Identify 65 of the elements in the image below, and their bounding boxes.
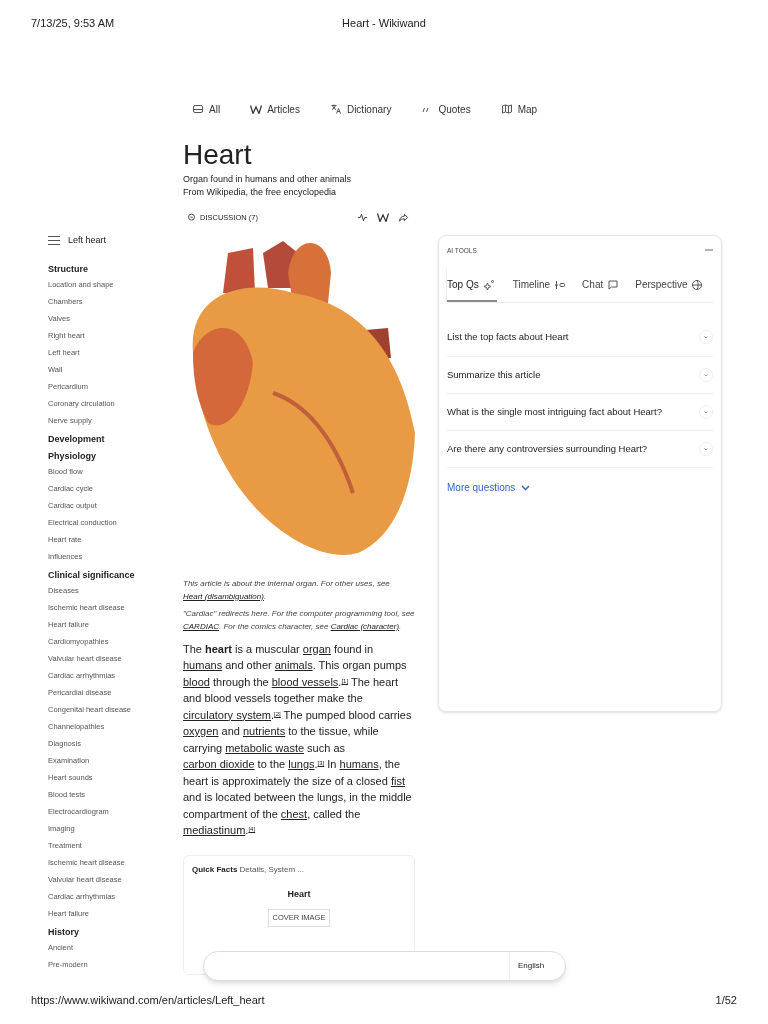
share-icon[interactable] xyxy=(398,211,409,223)
menu-icon[interactable] xyxy=(48,235,60,245)
tray-icon xyxy=(192,103,204,115)
question-row[interactable]: Summarize this article xyxy=(447,356,713,394)
chevron-down-icon xyxy=(521,484,531,491)
ai-tab[interactable]: Timeline xyxy=(512,269,567,303)
article-link[interactable]: nutrients xyxy=(242,725,286,738)
question-row[interactable]: What is the single most intriguing fact about Heart? xyxy=(447,393,713,431)
chat-icon xyxy=(607,278,620,291)
comment-icon xyxy=(187,212,196,222)
chevron-down-icon xyxy=(699,404,713,419)
ai-tab[interactable]: Top Qs xyxy=(447,269,497,303)
hatnote: "Cardiac" redirects here. For the computer programming tool, see CARDIAC. For the comics character, see Cardiac (character). xyxy=(183,607,415,633)
page-number: 1/52 xyxy=(715,993,737,1008)
current-section: Left heart xyxy=(68,233,107,247)
nav-tab[interactable]: Quotes xyxy=(421,101,471,117)
print-title: Heart - Wikiwand xyxy=(342,16,426,31)
sparkle-icon xyxy=(482,278,495,291)
infobox-title: Heart xyxy=(286,887,312,901)
print-url: https://www.wikiwand.com/en/articles/Left_heart xyxy=(31,993,265,1008)
quick-facts-summary[interactable]: Details, System ... xyxy=(239,864,305,874)
w-logo-icon xyxy=(250,104,263,114)
map-icon xyxy=(500,103,513,115)
article-source: From Wikipedia, the free encyclopedia xyxy=(183,186,338,199)
article-link[interactable]: humans xyxy=(339,758,379,771)
question-row[interactable]: List the top facts about Heart xyxy=(447,319,713,357)
chevron-down-icon xyxy=(699,367,713,382)
translate-icon xyxy=(329,103,342,115)
article-title: Heart xyxy=(183,138,253,171)
article-link[interactable]: carbon dioxide xyxy=(183,758,255,771)
article-link[interactable]: blood xyxy=(183,675,210,688)
article-paragraph: The heart is a muscular organ found in humans and other animals. This organ pumps blood through the blood vessels.$^{[1]}$ The heart and blood vessels together make the circulatory system.$^{[2]}$ The pumped blood carries oxygen and nutrients to the tissue, while carrying metabolic waste such as carbon dioxide to the lungs.$^{[3]}$ In humans, the heart is approximately the size of a closed fist and is located between the lungs, in the middle compartment of the chest, called the mediastinum.$^{[4]}$ xyxy=(183,641,413,839)
globe-icon xyxy=(691,278,704,291)
hatnote: This article is about the internal organ. For other uses, see Heart (disambiguation). xyxy=(183,577,391,603)
nav-tab[interactable]: Articles xyxy=(250,101,300,117)
quick-facts-label: Quick Facts xyxy=(192,864,238,874)
article-link[interactable]: oxygen xyxy=(183,725,219,738)
print-date: 7/13/25, 9:53 AM xyxy=(31,16,115,31)
ai-tab[interactable]: Perspective xyxy=(635,269,704,303)
nav-tab[interactable]: Map xyxy=(500,101,538,117)
article-link[interactable]: metabolic waste xyxy=(225,741,305,754)
toc-heading[interactable]: History xyxy=(48,926,183,938)
chevron-down-icon xyxy=(699,330,713,345)
toc-heading[interactable]: Development xyxy=(48,433,183,445)
article-link[interactable]: animals xyxy=(274,659,313,672)
toc-heading[interactable]: Structure xyxy=(48,263,183,275)
toc-heading[interactable]: Physiology xyxy=(48,450,183,462)
timeline-icon xyxy=(554,278,567,291)
nav-tab[interactable]: All xyxy=(192,101,221,117)
language-button[interactable]: English xyxy=(509,952,565,980)
pulse-icon[interactable] xyxy=(357,211,368,223)
nav-tab[interactable]: Dictionary xyxy=(329,101,392,117)
article-link[interactable]: organ xyxy=(302,642,331,655)
article-link[interactable]: lungs xyxy=(288,758,315,771)
question-row[interactable]: Are there any controversies surrounding Heart? xyxy=(447,431,713,469)
chevron-down-icon xyxy=(699,442,713,457)
more-questions-link[interactable]: More questions xyxy=(447,480,531,496)
search-bar[interactable]: English xyxy=(203,951,566,981)
toc-heading[interactable]: Clinical significance xyxy=(48,569,183,581)
article-link[interactable]: fist xyxy=(390,774,405,787)
article-subtitle: Organ found in humans and other animals xyxy=(183,172,353,186)
article-link[interactable]: circulatory system xyxy=(183,708,272,721)
ai-tab[interactable]: Chat xyxy=(582,269,620,303)
article-link[interactable]: humans xyxy=(183,659,223,672)
w-logo-icon[interactable] xyxy=(377,212,389,222)
